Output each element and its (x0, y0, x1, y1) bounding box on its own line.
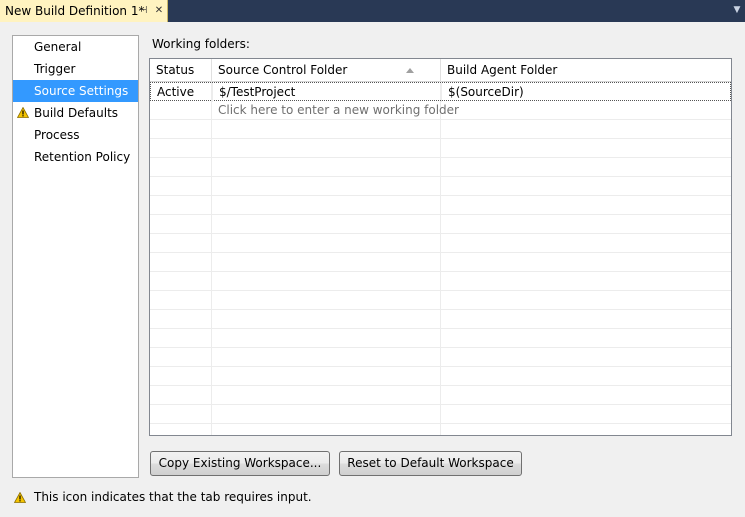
footer-legend: This icon indicates that the tab require… (14, 489, 312, 505)
empty-row (150, 348, 731, 367)
nav-item-retention-policy[interactable]: Retention Policy (13, 146, 138, 168)
agent-folder-cell[interactable]: $(SourceDir) (442, 83, 731, 102)
empty-row (150, 196, 731, 215)
column-header-label: Source Control Folder (218, 63, 348, 77)
warning-icon (14, 491, 26, 503)
empty-row (150, 234, 731, 253)
empty-cell (441, 101, 731, 120)
empty-row (150, 272, 731, 291)
column-header-status[interactable]: Status (150, 59, 212, 82)
reset-to-default-workspace-button[interactable]: Reset to Default Workspace (339, 451, 522, 476)
new-working-folder-prompt[interactable]: Click here to enter a new working folder (212, 101, 459, 120)
grid-header: Status Source Control Folder Build Agent… (150, 59, 731, 82)
settings-nav: General Trigger Source Settings Build De… (12, 35, 139, 478)
document-tab-strip: New Build Definition 1* ⊣ ✕ ▼ (0, 0, 745, 22)
copy-existing-workspace-button[interactable]: Copy Existing Workspace... (150, 451, 330, 476)
table-row[interactable]: Active $/TestProject $(SourceDir) (150, 82, 731, 102)
nav-item-process[interactable]: Process (13, 124, 138, 146)
empty-row (150, 139, 731, 158)
nav-item-label: Process (34, 128, 80, 142)
nav-item-label: Build Defaults (34, 106, 119, 120)
empty-row (150, 253, 731, 272)
sort-ascending-icon (406, 68, 414, 73)
source-folder-cell[interactable]: $/TestProject (213, 83, 442, 102)
document-tab-title: New Build Definition 1* (5, 4, 145, 18)
empty-row (150, 367, 731, 386)
warning-icon (17, 107, 29, 118)
column-header-source-control-folder[interactable]: Source Control Folder (212, 59, 441, 82)
empty-row (150, 310, 731, 329)
empty-row (150, 291, 731, 310)
empty-row (150, 329, 731, 348)
nav-item-label: Retention Policy (34, 150, 131, 164)
column-header-label: Status (156, 63, 195, 77)
nav-item-label: General (34, 40, 82, 54)
nav-item-trigger[interactable]: Trigger (13, 58, 138, 80)
empty-row (150, 120, 731, 139)
column-header-label: Build Agent Folder (447, 63, 558, 77)
nav-item-label: Source Settings (34, 84, 129, 98)
new-row[interactable]: Click here to enter a new working folder (150, 101, 731, 120)
empty-row (150, 405, 731, 424)
column-header-build-agent-folder[interactable]: Build Agent Folder (441, 59, 731, 82)
close-icon[interactable]: ✕ (153, 4, 165, 17)
working-folders-grid[interactable]: Status Source Control Folder Build Agent… (149, 58, 732, 436)
empty-row (150, 215, 731, 234)
empty-row (150, 177, 731, 196)
document-tab[interactable]: New Build Definition 1* ⊣ ✕ (0, 0, 168, 22)
nav-item-source-settings[interactable]: Source Settings (13, 80, 138, 102)
tab-dropdown-icon[interactable]: ▼ (732, 4, 742, 16)
empty-row (150, 158, 731, 177)
working-folders-label: Working folders: (152, 37, 250, 51)
grid-rows: Active $/TestProject $(SourceDir) Click … (150, 82, 731, 424)
footer-note: This icon indicates that the tab require… (34, 490, 312, 504)
nav-item-label: Trigger (34, 62, 76, 76)
empty-row (150, 386, 731, 405)
nav-item-general[interactable]: General (13, 36, 138, 58)
nav-item-build-defaults[interactable]: Build Defaults (13, 102, 138, 124)
pin-icon[interactable]: ⊣ (137, 4, 149, 17)
empty-cell (150, 101, 212, 120)
status-cell[interactable]: Active (151, 83, 213, 102)
